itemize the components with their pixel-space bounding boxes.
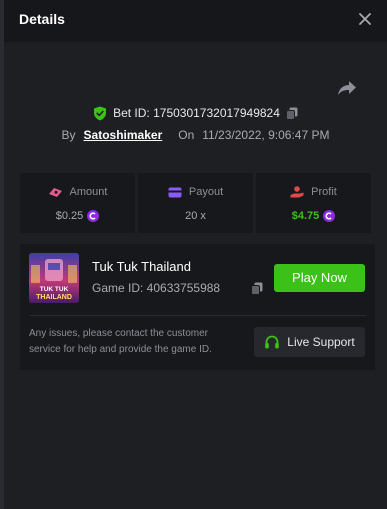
bet-id: Bet ID: 1750301732017949824 <box>113 106 280 120</box>
username-link[interactable]: Satoshimaker <box>84 128 163 142</box>
divider <box>29 315 366 316</box>
play-now-button[interactable]: Play Now <box>274 264 365 292</box>
bet-id-line: Bet ID: 1750301732017949824 <box>4 104 387 122</box>
bet-timestamp: 11/23/2022, 9:06:47 PM <box>202 128 330 142</box>
card-icon <box>168 187 182 197</box>
payout-label: Payout <box>188 186 224 198</box>
stat-amount: Amount $0.25 <box>20 173 135 233</box>
close-icon[interactable] <box>355 9 375 29</box>
amount-value: $0.25 <box>55 210 84 222</box>
bet-chip-icon <box>48 188 62 197</box>
amount-label: Amount <box>69 186 108 198</box>
stat-profit: Profit $4.75 <box>256 173 371 233</box>
on-label: On <box>178 128 195 142</box>
by-label: By <box>61 128 76 142</box>
profit-value: $4.75 <box>291 210 320 222</box>
thumb-title-bottom: THAILAND <box>36 294 72 301</box>
support-note: Any issues, please contact the customer … <box>29 328 212 355</box>
coin-icon <box>87 210 100 222</box>
dialog-header: Details <box>4 0 387 42</box>
headset-icon <box>265 335 280 349</box>
copy-icon[interactable] <box>251 282 263 295</box>
coin-icon <box>323 210 336 222</box>
bet-stats: Amount $0.25 Payout 20 x Profit $4.75 <box>20 173 371 233</box>
payout-value: 20 x <box>185 210 206 222</box>
profit-hand-icon <box>290 186 304 198</box>
game-card: TUK TUK THAILAND Tuk Tuk Thailand Game I… <box>20 244 375 370</box>
copy-icon[interactable] <box>285 107 298 120</box>
game-thumbnail[interactable]: TUK TUK THAILAND <box>29 253 79 303</box>
share-icon[interactable] <box>336 78 358 98</box>
live-support-button[interactable]: Live Support <box>254 327 365 357</box>
bet-author-line: By Satoshimaker On 11/23/2022, 9:06:47 P… <box>4 127 387 143</box>
live-support-label: Live Support <box>287 335 355 349</box>
stat-payout: Payout 20 x <box>138 173 253 233</box>
thumb-title-top: TUK TUK <box>40 286 69 293</box>
details-dialog: Details Bet ID: 1750301732017949824 By S… <box>4 0 387 509</box>
game-name[interactable]: Tuk Tuk Thailand <box>92 259 191 274</box>
shield-check-icon <box>94 106 107 120</box>
profit-label: Profit <box>311 186 337 198</box>
game-id: Game ID: 40633755988 <box>92 281 221 295</box>
dialog-title: Details <box>19 11 65 27</box>
